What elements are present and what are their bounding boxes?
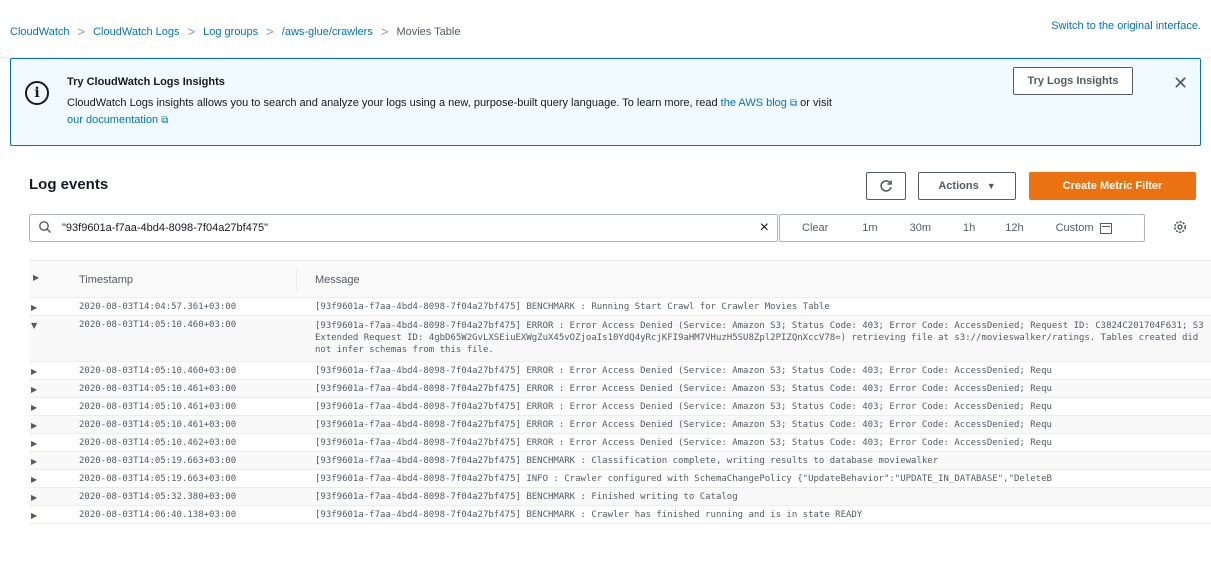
row-message: [93f9601a-f7aa-4bd4-8098-7f04a27bf475] B…: [315, 492, 738, 502]
table-row[interactable]: ▶ 2020-08-03T14:05:10.462+03:00 [93f9601a-…: [29, 434, 1211, 452]
info-icon: i: [25, 81, 49, 105]
aws-blog-link[interactable]: the AWS blog: [721, 97, 787, 109]
time-1h-button[interactable]: 1h: [963, 222, 975, 234]
expand-row-icon[interactable]: ▶: [31, 511, 37, 520]
expand-row-icon[interactable]: ▶: [31, 457, 37, 466]
time-1m-button[interactable]: 1m: [862, 222, 877, 234]
time-clear-button[interactable]: Clear: [802, 222, 828, 234]
breadcrumb-log-group[interactable]: /aws-glue/crawlers: [282, 26, 373, 38]
table-row[interactable]: ▶ 2020-08-03T14:05:32.380+03:00 [93f9601a-…: [29, 488, 1211, 506]
row-message: [93f9601a-f7aa-4bd4-8098-7f04a27bf475] B…: [315, 456, 939, 466]
table-row[interactable]: ▶ 2020-08-03T14:05:10.461+03:00 [93f9601a-…: [29, 380, 1211, 398]
breadcrumb-current: Movies Table: [396, 25, 461, 38]
search-input[interactable]: [62, 222, 742, 234]
close-icon[interactable]: ✕: [1173, 73, 1188, 94]
refresh-icon: [880, 180, 892, 192]
table-row[interactable]: ▶ 2020-08-03T14:05:10.460+03:00 [93f9601a-…: [29, 362, 1211, 380]
table-row[interactable]: ▶ 2020-08-03T14:05:19.663+03:00 [93f9601a-…: [29, 470, 1211, 488]
table-header: ▶ Timestamp Message: [29, 260, 1211, 298]
row-timestamp: 2020-08-03T14:06:40.138+03:00: [79, 510, 237, 520]
refresh-button[interactable]: [866, 172, 906, 200]
table-row[interactable]: ▶ 2020-08-03T14:05:10.461+03:00 [93f9601a-…: [29, 398, 1211, 416]
actions-dropdown[interactable]: Actions ▼: [918, 172, 1016, 200]
row-message: [93f9601a-f7aa-4bd4-8098-7f04a27bf475] E…: [315, 420, 1052, 430]
expand-row-icon[interactable]: ▶: [31, 385, 37, 394]
table-row[interactable]: ▼ 2020-08-03T14:05:10.460+03:00 [93f9601a-…: [29, 316, 1211, 362]
expand-row-icon[interactable]: ▶: [31, 493, 37, 502]
expand-row-icon[interactable]: ▶: [31, 475, 37, 484]
row-timestamp: 2020-08-03T14:05:32.380+03:00: [79, 492, 237, 502]
breadcrumb: CloudWatch > CloudWatch Logs > Log group…: [10, 24, 460, 39]
row-message: [93f9601a-f7aa-4bd4-8098-7f04a27bf475] I…: [315, 474, 1052, 484]
try-logs-insights-button[interactable]: Try Logs Insights: [1013, 67, 1133, 95]
breadcrumb-separator: >: [187, 24, 196, 39]
row-timestamp: 2020-08-03T14:04:57.361+03:00: [79, 302, 237, 312]
external-link-icon: ⧉: [161, 115, 169, 126]
row-timestamp: 2020-08-03T14:05:10.461+03:00: [79, 420, 237, 430]
row-timestamp: 2020-08-03T14:05:10.460+03:00: [79, 320, 237, 330]
banner-text: CloudWatch Logs insights allows you to s…: [67, 97, 721, 109]
time-custom-button[interactable]: Custom: [1056, 222, 1112, 234]
filter-search[interactable]: ×: [29, 214, 778, 242]
switch-interface-link[interactable]: Switch to the original interface.: [1051, 20, 1201, 32]
expand-row-icon[interactable]: ▶: [31, 403, 37, 412]
calendar-icon: [1099, 222, 1112, 234]
gear-icon[interactable]: [1172, 219, 1188, 235]
row-timestamp: 2020-08-03T14:05:19.663+03:00: [79, 456, 237, 466]
row-message: [93f9601a-f7aa-4bd4-8098-7f04a27bf475] B…: [315, 510, 863, 520]
row-message: [93f9601a-f7aa-4bd4-8098-7f04a27bf475] E…: [315, 321, 1204, 355]
expand-row-icon[interactable]: ▶: [31, 421, 37, 430]
table-row[interactable]: ▶ 2020-08-03T14:06:40.138+03:00 [93f9601a-…: [29, 506, 1211, 524]
collapse-row-icon[interactable]: ▼: [31, 321, 37, 330]
row-message: [93f9601a-f7aa-4bd4-8098-7f04a27bf475] E…: [315, 438, 1052, 448]
actions-label: Actions: [938, 180, 979, 192]
table-row[interactable]: ▶ 2020-08-03T14:05:19.663+03:00 [93f9601a-…: [29, 452, 1211, 470]
row-message: [93f9601a-f7aa-4bd4-8098-7f04a27bf475] E…: [315, 384, 1052, 394]
search-icon: [39, 221, 52, 234]
row-message: [93f9601a-f7aa-4bd4-8098-7f04a27bf475] B…: [315, 302, 830, 312]
breadcrumb-log-groups[interactable]: Log groups: [203, 26, 258, 38]
time-30m-button[interactable]: 30m: [910, 222, 931, 234]
table-body: ▶ 2020-08-03T14:04:57.361+03:00 [93f9601a-…: [29, 298, 1211, 524]
breadcrumb-cloudwatch-logs[interactable]: CloudWatch Logs: [93, 26, 179, 38]
expand-row-icon[interactable]: ▶: [31, 367, 37, 376]
row-timestamp: 2020-08-03T14:05:10.461+03:00: [79, 402, 237, 412]
row-timestamp: 2020-08-03T14:05:19.663+03:00: [79, 474, 237, 484]
row-timestamp: 2020-08-03T14:05:10.460+03:00: [79, 366, 237, 376]
insights-banner: i Try CloudWatch Logs Insights CloudWatc…: [10, 58, 1201, 146]
custom-label: Custom: [1055, 222, 1094, 234]
breadcrumb-cloudwatch[interactable]: CloudWatch: [10, 26, 70, 38]
page-title: Log events: [29, 176, 109, 193]
banner-title: Try CloudWatch Logs Insights: [67, 76, 225, 88]
row-timestamp: 2020-08-03T14:05:10.461+03:00: [79, 384, 237, 394]
expand-row-icon[interactable]: ▶: [31, 439, 37, 448]
column-divider: [296, 269, 297, 291]
clear-search-icon[interactable]: ×: [760, 219, 769, 237]
table-row[interactable]: ▶ 2020-08-03T14:05:10.461+03:00 [93f9601a-…: [29, 416, 1211, 434]
row-message: [93f9601a-f7aa-4bd4-8098-7f04a27bf475] E…: [315, 402, 1052, 412]
banner-or-text: or visit: [797, 97, 832, 109]
table-row[interactable]: ▶ 2020-08-03T14:04:57.361+03:00 [93f9601a-…: [29, 298, 1211, 316]
expand-row-icon[interactable]: ▶: [31, 303, 37, 312]
top-bar: CloudWatch > CloudWatch Logs > Log group…: [0, 0, 1211, 58]
log-events-table: ▶ Timestamp Message ▶ 2020-08-03T14:04:57…: [29, 260, 1211, 524]
expand-all-icon[interactable]: ▶: [33, 273, 39, 282]
documentation-link[interactable]: our documentation: [67, 114, 158, 126]
breadcrumb-separator: >: [266, 24, 274, 39]
row-timestamp: 2020-08-03T14:05:10.462+03:00: [79, 438, 237, 448]
time-12h-button[interactable]: 12h: [1005, 222, 1023, 234]
column-header-message[interactable]: Message: [315, 274, 360, 286]
row-message: [93f9601a-f7aa-4bd4-8098-7f04a27bf475] E…: [315, 366, 1052, 376]
breadcrumb-separator: >: [380, 24, 389, 39]
banner-body: CloudWatch Logs insights allows you to s…: [67, 95, 997, 129]
caret-down-icon: ▼: [986, 181, 996, 191]
breadcrumb-separator: >: [77, 24, 86, 39]
create-metric-filter-button[interactable]: Create Metric Filter: [1029, 172, 1196, 200]
time-range-selector: Clear 1m 30m 1h 12h Custom: [779, 214, 1145, 242]
column-header-timestamp[interactable]: Timestamp: [79, 274, 133, 286]
